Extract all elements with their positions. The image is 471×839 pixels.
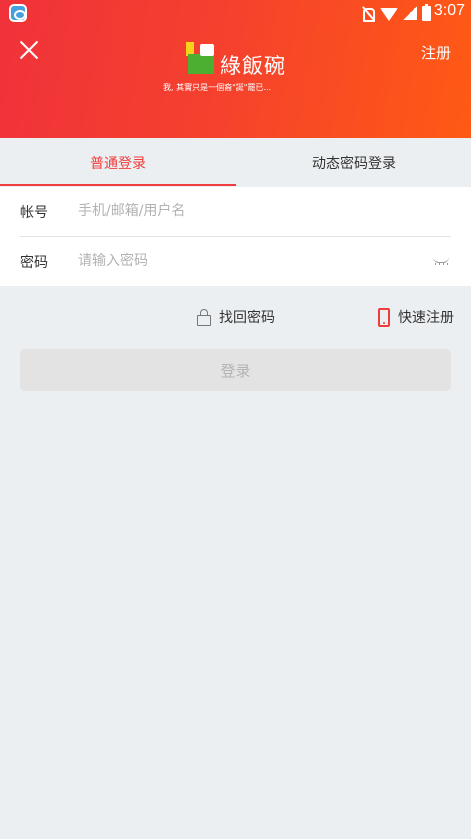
header: 3:07 注册 綠飯碗 我, 其實只是一個裔"誕"罷已... — [0, 0, 471, 138]
quick-register-link[interactable]: 快速注册 — [378, 307, 454, 327]
status-icons — [361, 3, 431, 22]
account-row: 帐号 — [0, 187, 471, 237]
password-row: 密码 — [0, 237, 471, 286]
login-tabs: 普通登录 动态密码登录 — [0, 138, 471, 187]
slogan: 我, 其實只是一個裔"誕"罷已... — [163, 83, 272, 92]
mute-icon — [361, 6, 375, 22]
battery-icon — [422, 3, 431, 21]
phone-icon — [378, 307, 390, 327]
tab-dynamic-password-login[interactable]: 动态密码登录 — [236, 138, 471, 187]
active-tab-indicator — [0, 184, 236, 186]
close-icon[interactable] — [16, 38, 42, 62]
logo-icon — [186, 42, 216, 74]
eye-closed-icon[interactable] — [433, 257, 451, 265]
account-input[interactable] — [78, 197, 408, 225]
find-password-link[interactable]: 找回密码 — [197, 307, 275, 327]
tab-normal-login[interactable]: 普通登录 — [0, 138, 236, 187]
wifi-icon — [380, 7, 398, 21]
login-button[interactable]: 登录 — [20, 349, 451, 391]
find-password-label: 找回密码 — [219, 310, 275, 326]
app-notification-icon — [9, 4, 27, 22]
password-label: 密码 — [20, 255, 48, 271]
signal-icon — [403, 6, 417, 20]
status-time: 3:07 — [433, 2, 465, 19]
login-form: 帐号 密码 — [0, 187, 471, 286]
register-button[interactable]: 注册 — [421, 42, 451, 63]
quick-register-label: 快速注册 — [398, 310, 454, 326]
password-input[interactable] — [78, 247, 408, 275]
lock-icon — [197, 309, 211, 326]
status-bar: 3:07 — [0, 0, 471, 26]
logo-text: 綠飯碗 — [220, 54, 286, 78]
account-label: 帐号 — [20, 205, 48, 221]
